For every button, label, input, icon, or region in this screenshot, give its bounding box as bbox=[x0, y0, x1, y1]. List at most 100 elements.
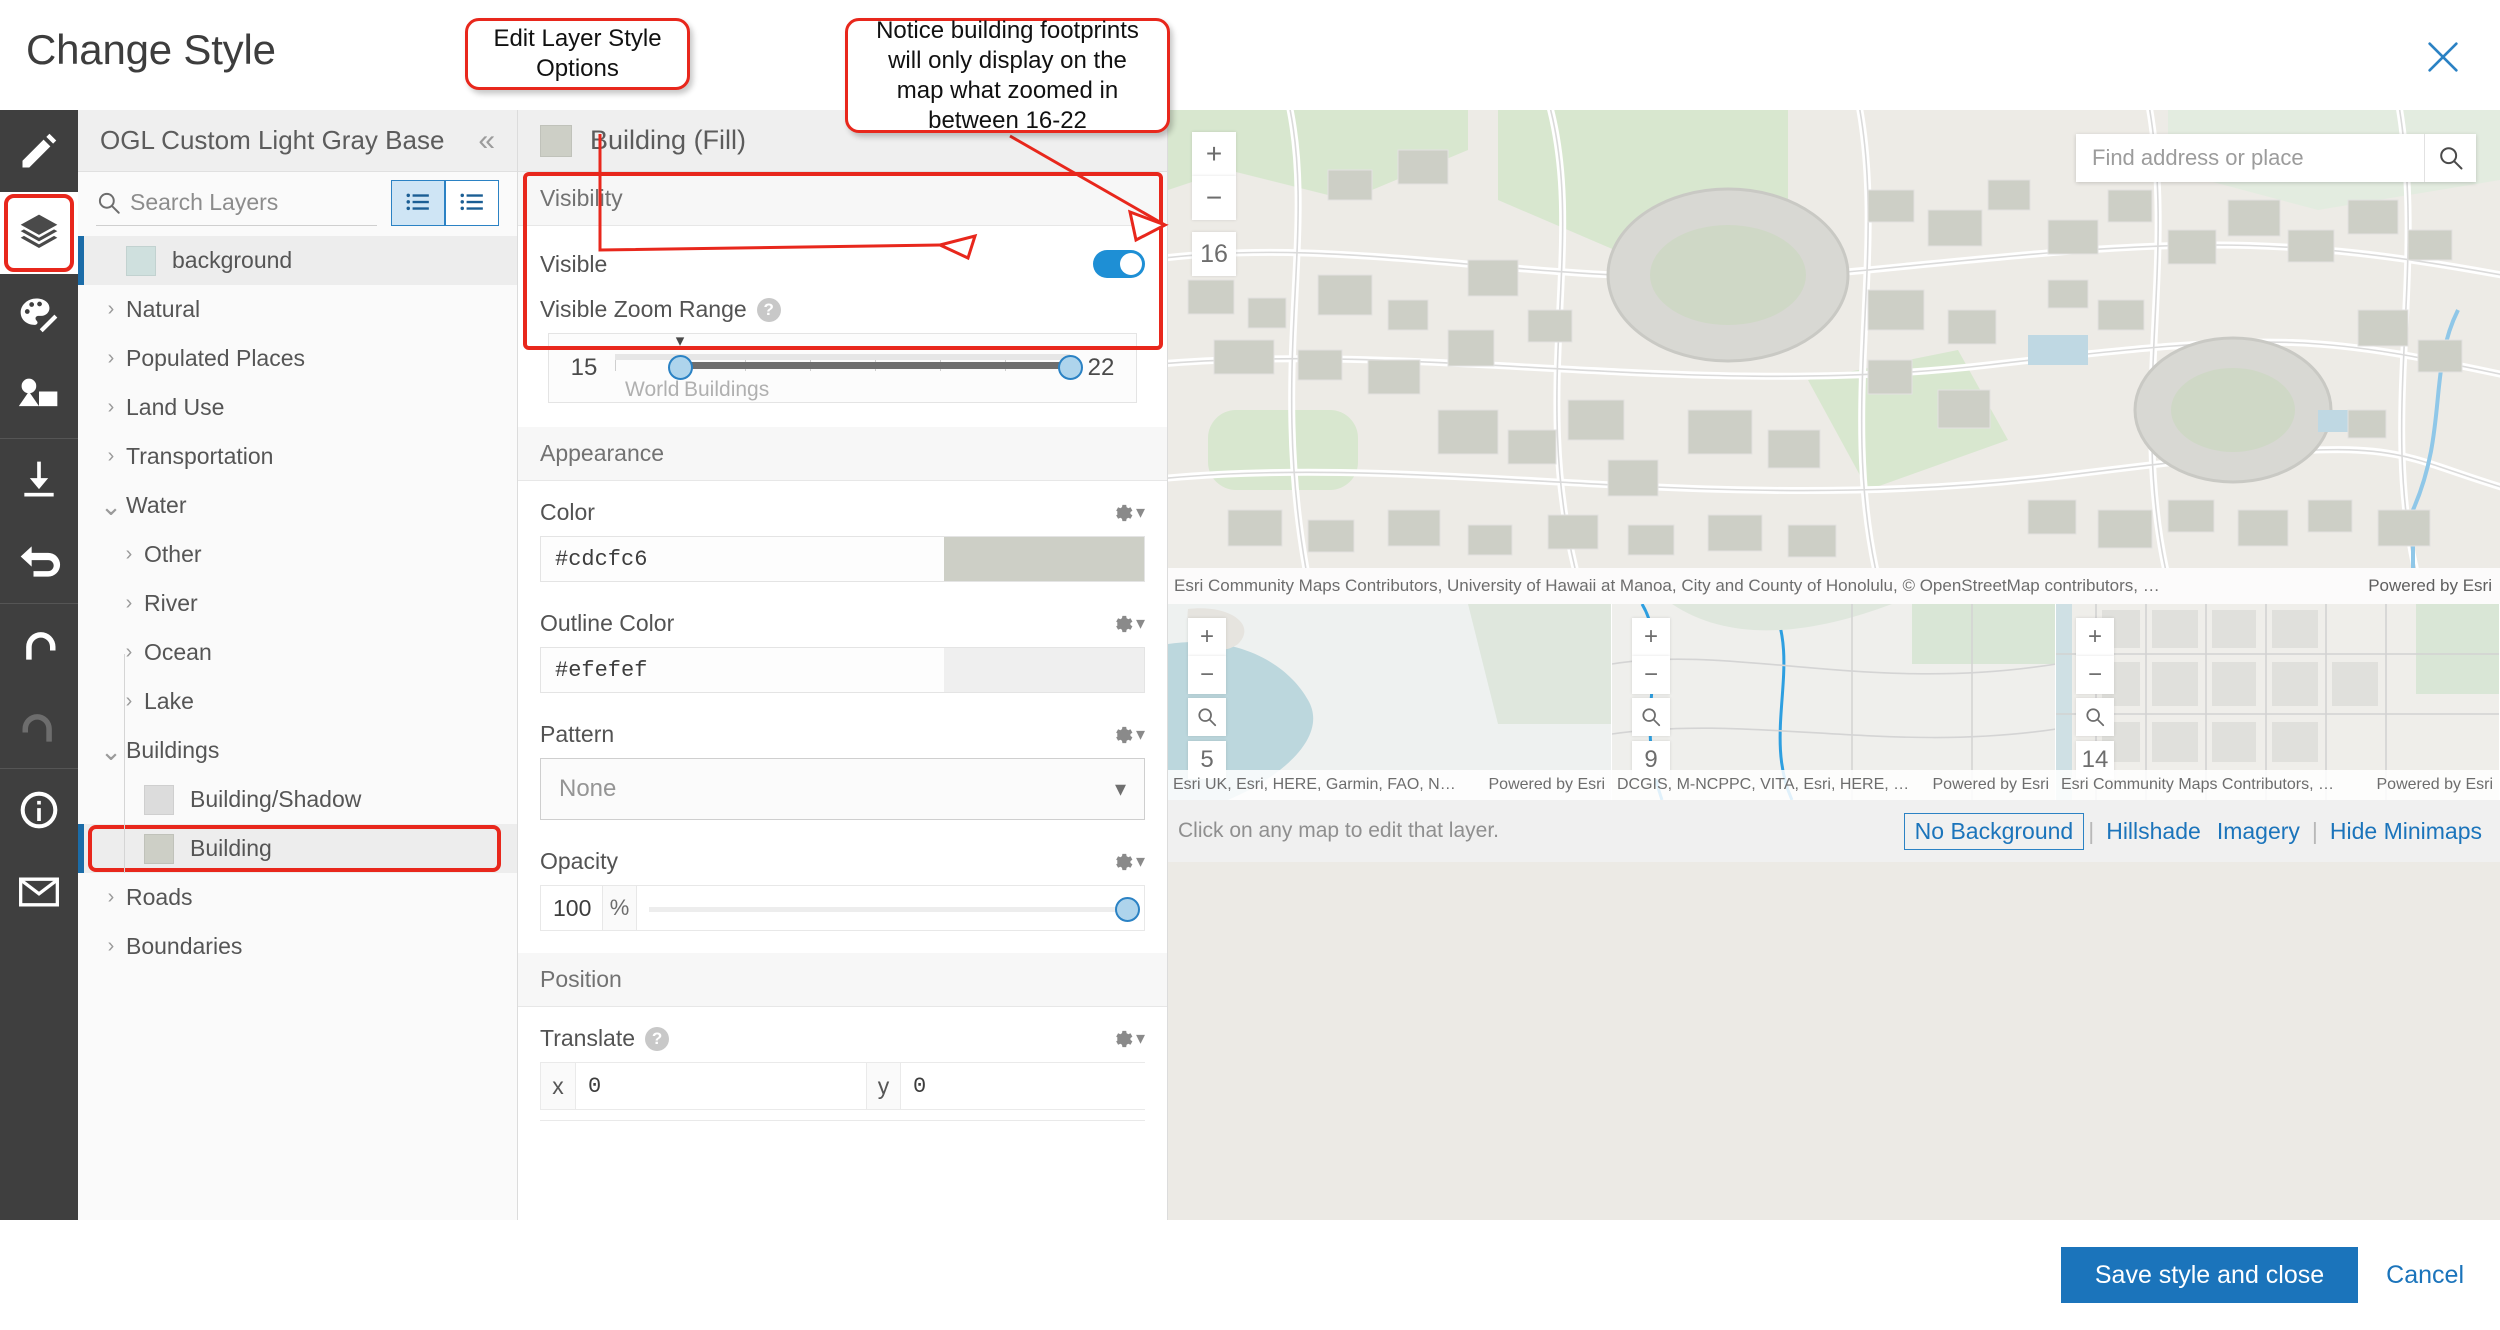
contact-tool[interactable] bbox=[0, 851, 78, 933]
translate-y-input[interactable] bbox=[900, 1063, 1167, 1109]
layer-row-natural[interactable]: › Natural bbox=[78, 285, 517, 334]
layer-row-ocean[interactable]: › Ocean bbox=[78, 628, 517, 677]
help-icon[interactable]: ? bbox=[645, 1026, 670, 1051]
zoom-slider-track[interactable]: ▾ World Buildings bbox=[615, 332, 1083, 401]
layer-row-buildings[interactable]: ⌄ Buildings bbox=[78, 726, 517, 775]
chevron-right-icon[interactable]: › bbox=[96, 396, 126, 419]
help-icon[interactable]: ? bbox=[756, 297, 781, 322]
revert-tool[interactable] bbox=[0, 521, 78, 603]
chevron-right-icon[interactable]: › bbox=[96, 886, 126, 909]
layer-row-land-use[interactable]: › Land Use bbox=[78, 383, 517, 432]
layer-row-populated-places[interactable]: › Populated Places bbox=[78, 334, 517, 383]
chevron-right-icon[interactable]: › bbox=[96, 445, 126, 468]
change-style-dialog: Change Style OGL Custom Light Gray Base … bbox=[0, 0, 2500, 1330]
zoom-range-label-row: Visible Zoom Range ? bbox=[540, 296, 1145, 323]
background-option-no-background[interactable]: No Background bbox=[1903, 812, 2085, 850]
pattern-select[interactable]: None ▾ bbox=[540, 758, 1145, 820]
minimap-1-search-button[interactable] bbox=[1188, 698, 1226, 736]
gear-icon bbox=[1116, 1030, 1133, 1047]
double-chevron-left-icon[interactable]: « bbox=[478, 125, 495, 156]
chevron-right-icon[interactable]: › bbox=[114, 543, 144, 566]
background-option-hillshade[interactable]: Hillshade bbox=[2098, 816, 2209, 847]
opacity-slider[interactable] bbox=[637, 886, 1144, 930]
chevron-down-icon[interactable]: ⌄ bbox=[96, 493, 126, 519]
gear-icon bbox=[1116, 726, 1133, 743]
minimap-2[interactable]: + −9 DCGIS, M-NCPPC, VITA, Esri, HERE, … P… bbox=[1612, 604, 2056, 800]
chevron-right-icon[interactable]: › bbox=[114, 641, 144, 664]
color-field[interactable] bbox=[540, 536, 1145, 582]
background-option-imagery[interactable]: Imagery bbox=[2209, 816, 2308, 847]
layer-row-transportation[interactable]: › Transportation bbox=[78, 432, 517, 481]
search-input[interactable] bbox=[130, 189, 377, 216]
attribution-text: Esri Community Maps Contributors, … bbox=[2061, 776, 2334, 793]
layers-tool[interactable] bbox=[0, 192, 78, 274]
map-search-input[interactable] bbox=[2076, 145, 2424, 171]
chevron-right-icon[interactable]: › bbox=[96, 298, 126, 321]
zoom-slider-handle-high[interactable] bbox=[1058, 355, 1083, 380]
color-hex-input[interactable] bbox=[541, 537, 944, 581]
palette-tool[interactable] bbox=[0, 274, 78, 356]
main-map-attribution: Esri Community Maps Contributors, Univer… bbox=[1168, 568, 2500, 604]
close-icon[interactable] bbox=[2416, 30, 2470, 84]
layer-row-building[interactable]: Building bbox=[78, 824, 517, 873]
list-icon bbox=[460, 193, 483, 211]
zoom-slider-handle-low[interactable] bbox=[668, 355, 693, 380]
chevron-right-icon[interactable]: › bbox=[114, 690, 144, 713]
chevron-right-icon[interactable]: › bbox=[96, 347, 126, 370]
pattern-settings-button[interactable]: ▾ bbox=[1109, 723, 1145, 747]
minimap-1-zoom-out-button[interactable]: − bbox=[1188, 656, 1226, 694]
map-zoom-out-button[interactable]: − bbox=[1192, 176, 1236, 220]
minimap-3-zoom-out-button[interactable]: − bbox=[2076, 656, 2114, 694]
visible-toggle[interactable] bbox=[1093, 250, 1145, 278]
layer-row-background[interactable]: background bbox=[78, 236, 517, 285]
layer-row-boundaries[interactable]: › Boundaries bbox=[78, 922, 517, 971]
color-settings-button[interactable]: ▾ bbox=[1109, 501, 1145, 525]
chevron-down-icon[interactable]: ⌄ bbox=[96, 738, 126, 764]
opacity-input[interactable] bbox=[541, 886, 603, 930]
list-view-detailed-button[interactable] bbox=[445, 180, 499, 226]
minimap-3[interactable]: + −14 Esri Community Maps Contributors, … … bbox=[2056, 604, 2500, 800]
list-view-compact-button[interactable] bbox=[391, 180, 445, 226]
layer-row-lake[interactable]: › Lake bbox=[78, 677, 517, 726]
chevron-right-icon[interactable]: › bbox=[114, 592, 144, 615]
sprites-tool[interactable] bbox=[0, 356, 78, 438]
layer-row-other[interactable]: › Other bbox=[78, 530, 517, 579]
translate-x-input[interactable] bbox=[575, 1063, 866, 1109]
edit-tool[interactable] bbox=[0, 110, 78, 192]
layer-label: Ocean bbox=[144, 639, 212, 665]
translate-x-key: x bbox=[541, 1063, 575, 1109]
outline-color-field[interactable] bbox=[540, 647, 1145, 693]
minimap-3-zoom-in-button[interactable]: + bbox=[2076, 618, 2114, 656]
map-search-button[interactable] bbox=[2424, 134, 2476, 182]
undo-tool[interactable] bbox=[0, 604, 78, 686]
layer-row-river[interactable]: › River bbox=[78, 579, 517, 628]
outline-color-preview-chip[interactable] bbox=[944, 648, 1144, 692]
minimap-1[interactable]: + −5 Esri UK, Esri, HERE, Garmin, FAO, N… … bbox=[1168, 604, 1612, 800]
main-map[interactable]: + − 16 bbox=[1168, 110, 2500, 568]
minimap-3-search-button[interactable] bbox=[2076, 698, 2114, 736]
layer-row-roads[interactable]: › Roads bbox=[78, 873, 517, 922]
minimap-2-search-button[interactable] bbox=[1632, 698, 1670, 736]
info-tool[interactable] bbox=[0, 769, 78, 851]
opacity-slider-handle[interactable] bbox=[1115, 897, 1140, 922]
minimap-2-zoom-out-button[interactable]: − bbox=[1632, 656, 1670, 694]
minimap-1-zoom-in-button[interactable]: + bbox=[1188, 618, 1226, 656]
opacity-control[interactable]: % bbox=[540, 885, 1145, 931]
outline-color-settings-button[interactable]: ▾ bbox=[1109, 612, 1145, 636]
minimap-2-zoom-in-button[interactable]: + bbox=[1632, 618, 1670, 656]
layer-row-water[interactable]: ⌄ Water bbox=[78, 481, 517, 530]
map-zoom-in-button[interactable]: + bbox=[1192, 132, 1236, 176]
cancel-button[interactable]: Cancel bbox=[2386, 1261, 2464, 1290]
background-option-hide-minimaps[interactable]: Hide Minimaps bbox=[2322, 816, 2490, 847]
outline-color-hex-input[interactable] bbox=[541, 648, 944, 692]
redo-tool[interactable] bbox=[0, 686, 78, 768]
layer-row-building-shadow[interactable]: Building/Shadow bbox=[78, 775, 517, 824]
download-tool[interactable] bbox=[0, 439, 78, 521]
translate-xy-row[interactable]: x y bbox=[540, 1062, 1167, 1110]
translate-settings-button[interactable]: ▾ bbox=[1109, 1027, 1145, 1051]
zoom-range-slider[interactable]: 15 ▾ World Buildings 22 bbox=[548, 332, 1137, 403]
opacity-settings-button[interactable]: ▾ bbox=[1109, 850, 1145, 874]
chevron-right-icon[interactable]: › bbox=[96, 935, 126, 958]
save-button[interactable]: Save style and close bbox=[2060, 1247, 2359, 1303]
color-preview-chip[interactable] bbox=[944, 537, 1144, 581]
